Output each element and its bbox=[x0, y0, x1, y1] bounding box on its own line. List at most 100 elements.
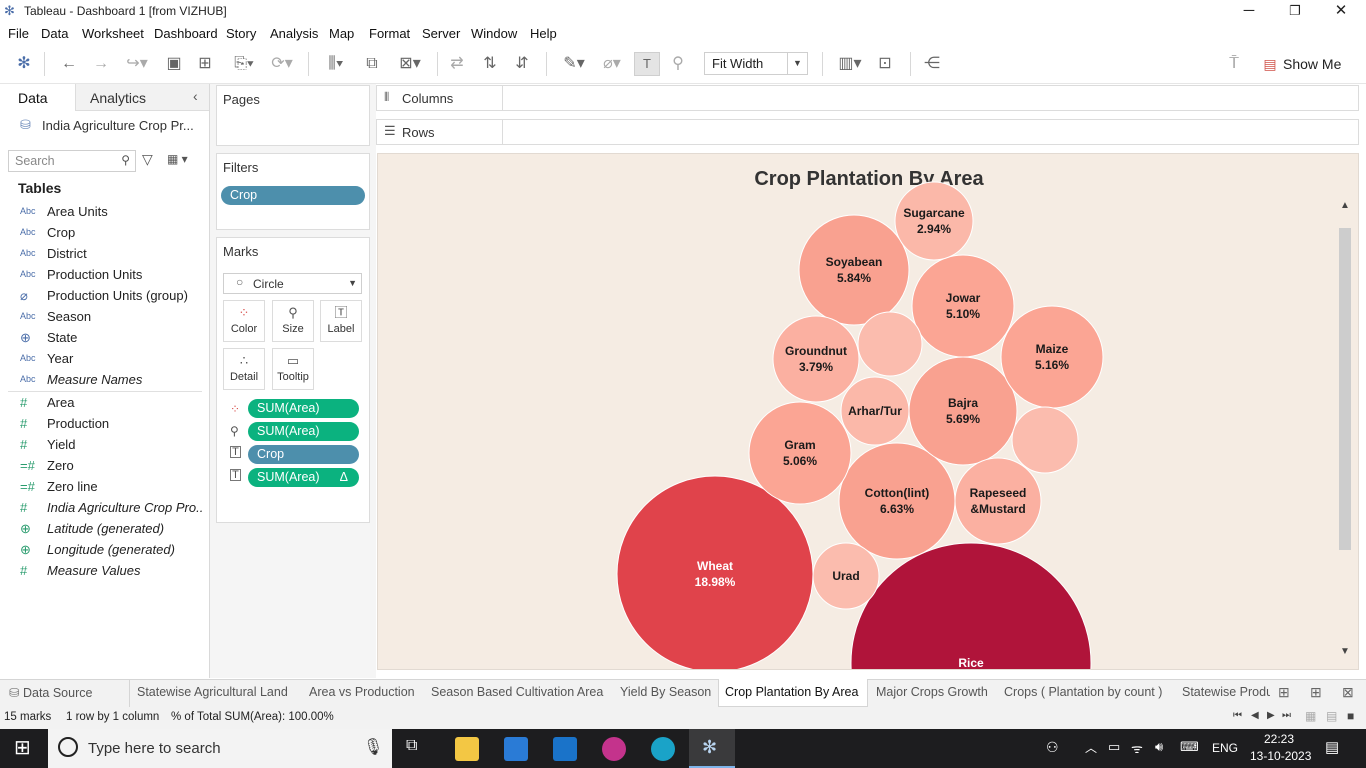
menu-worksheet[interactable]: Worksheet bbox=[82, 26, 144, 41]
edge-icon[interactable] bbox=[651, 737, 675, 761]
field-count[interactable]: # India Agriculture Crop Pro... bbox=[0, 497, 205, 518]
bubble-gram[interactable]: Gram 5.06% bbox=[748, 401, 852, 505]
new-datasource-icon[interactable]: ⊞ bbox=[194, 52, 216, 76]
mark-type-dropdown[interactable]: ○ Circle ▼ bbox=[223, 273, 362, 294]
new-dashboard-icon[interactable]: ⊞ bbox=[1310, 684, 1322, 701]
tab-yield-by-season[interactable]: Yield By Season bbox=[620, 685, 711, 699]
scroll-down-icon[interactable]: ▼ bbox=[1340, 646, 1350, 657]
show-me-button[interactable]: Show Me bbox=[1283, 56, 1341, 72]
volume-icon[interactable]: 🔊︎ bbox=[1155, 739, 1163, 755]
mark-pill-color[interactable]: SUM(Area) bbox=[248, 399, 359, 418]
field-zero[interactable]: =# Zero bbox=[0, 455, 205, 476]
bubble-circle[interactable] bbox=[954, 457, 1042, 545]
bubble-unlabeled-1[interactable] bbox=[857, 311, 923, 377]
microphone-icon[interactable]: 🎙︎ bbox=[363, 737, 383, 757]
mail-icon[interactable] bbox=[553, 737, 577, 761]
menu-help[interactable]: Help bbox=[530, 26, 557, 41]
highlight-icon[interactable]: ✎▾ bbox=[557, 52, 591, 76]
windows-start-icon[interactable]: ⊞ bbox=[14, 735, 31, 760]
undo-icon[interactable]: ← bbox=[58, 52, 80, 76]
tab-data-source[interactable]: ⛁ Data Source bbox=[9, 685, 92, 700]
bubble-jowar[interactable]: Jowar 5.10% bbox=[911, 254, 1015, 358]
bubble-circle[interactable] bbox=[894, 181, 974, 261]
collapse-pane-icon[interactable]: ‹ bbox=[193, 88, 198, 104]
tableau-home-icon[interactable]: ✻ bbox=[13, 52, 35, 76]
bubble-unlabeled-2[interactable] bbox=[1011, 406, 1079, 474]
bubble-rapeseed-mustard[interactable]: Rapeseed&Mustard bbox=[954, 457, 1042, 545]
bubble-urad[interactable]: Urad bbox=[812, 542, 880, 610]
restore-button[interactable]: ❐ bbox=[1272, 0, 1318, 24]
size-button[interactable]: ⚲ Size bbox=[272, 300, 314, 342]
color-button[interactable]: ⁘ Color bbox=[223, 300, 265, 342]
paintbrush-icon[interactable]: ⍑ bbox=[1223, 52, 1245, 76]
redo-icon[interactable]: → bbox=[90, 52, 112, 76]
bubble-sugarcane[interactable]: Sugarcane 2.94% bbox=[894, 181, 974, 261]
presentation-mode-icon[interactable]: ⊡ bbox=[874, 52, 896, 76]
duplicate-icon[interactable]: ⧉ bbox=[361, 52, 383, 76]
battery-icon[interactable]: ▭ bbox=[1108, 739, 1120, 755]
fit-dropdown[interactable]: Fit Width ▼ bbox=[704, 52, 808, 75]
bubble-circle[interactable] bbox=[1011, 406, 1079, 474]
field-longitude[interactable]: ⊕ Longitude (generated) bbox=[0, 539, 205, 560]
first-sheet-icon[interactable]: ⏮ bbox=[1233, 710, 1242, 721]
datasource-name[interactable]: India Agriculture Crop Pr... bbox=[42, 118, 194, 133]
bubble-circle[interactable] bbox=[772, 315, 860, 403]
tab-crop-plantation-by-area[interactable]: Crop Plantation By Area bbox=[725, 685, 858, 699]
field-latitude[interactable]: ⊕ Latitude (generated) bbox=[0, 518, 205, 539]
notifications-icon[interactable]: ▤ bbox=[1325, 738, 1339, 756]
tab-data[interactable]: Data bbox=[18, 90, 48, 106]
columns-shelf[interactable]: ⦀ Columns bbox=[376, 85, 1359, 111]
prev-sheet-icon[interactable]: ◀ bbox=[1251, 710, 1259, 721]
menu-map[interactable]: Map bbox=[329, 26, 354, 41]
field-year[interactable]: Abc Year bbox=[0, 348, 205, 369]
search-input[interactable]: Search ⚲ bbox=[8, 150, 136, 172]
menu-data[interactable]: Data bbox=[41, 26, 68, 41]
field-state[interactable]: ⊕ State bbox=[0, 327, 205, 348]
group-icon[interactable]: ⌀▾ bbox=[596, 52, 628, 76]
field-season[interactable]: Abc Season bbox=[0, 306, 205, 327]
tab-crops-plantation-by-count[interactable]: Crops ( Plantation by count ) bbox=[1004, 685, 1162, 699]
replay-icon[interactable]: ↪▾ bbox=[120, 52, 154, 76]
people-icon[interactable]: ⚇ bbox=[1046, 739, 1059, 756]
bubble-rice[interactable]: Rice bbox=[850, 542, 1092, 670]
sort-ascending-icon[interactable]: ⇅ bbox=[479, 52, 501, 76]
show-tabs-icon[interactable]: ▤ bbox=[1326, 709, 1337, 723]
rows-shelf[interactable]: ☰ Rows bbox=[376, 119, 1359, 145]
bubble-arhar-tur[interactable]: Arhar/Tur bbox=[840, 376, 910, 446]
new-story-icon[interactable]: ⊠ bbox=[1342, 684, 1354, 701]
chevron-up-icon[interactable]: ︿ bbox=[1085, 739, 1097, 756]
last-sheet-icon[interactable]: ⏭ bbox=[1282, 710, 1291, 721]
menu-window[interactable]: Window bbox=[471, 26, 517, 41]
share-icon[interactable]: ⋲ bbox=[921, 52, 943, 76]
clock-time[interactable]: 22:23 bbox=[1264, 732, 1294, 746]
scroll-thumb[interactable] bbox=[1339, 228, 1351, 550]
language-indicator[interactable]: ENG bbox=[1212, 741, 1238, 755]
menu-analysis[interactable]: Analysis bbox=[270, 26, 318, 41]
tab-area-vs-production[interactable]: Area vs Production bbox=[309, 685, 415, 699]
save-icon[interactable]: ▣ bbox=[163, 52, 185, 76]
task-view-icon[interactable]: ⧉ bbox=[406, 737, 417, 755]
field-measure-values[interactable]: # Measure Values bbox=[0, 560, 205, 581]
tab-analytics[interactable]: Analytics bbox=[90, 90, 146, 106]
field-production[interactable]: # Production bbox=[0, 413, 205, 434]
filters-card[interactable]: Filters Crop bbox=[216, 153, 370, 230]
field-production-units-group[interactable]: ⌀ Production Units (group) bbox=[0, 285, 205, 306]
bubble-cotton-lint[interactable]: Cotton(lint) 6.63% bbox=[838, 442, 956, 560]
field-measure-names[interactable]: Abc Measure Names bbox=[0, 369, 205, 390]
bubble-circle[interactable] bbox=[1000, 305, 1104, 409]
show-labels-icon[interactable]: T bbox=[634, 52, 660, 76]
clear-sheet-icon[interactable]: ⊠▾ bbox=[392, 52, 428, 76]
field-crop[interactable]: Abc Crop bbox=[0, 222, 205, 243]
pause-updates-icon[interactable]: ⎘▾ bbox=[226, 52, 262, 76]
show-sheet-sorter-icon[interactable]: ■ bbox=[1347, 709, 1354, 723]
filter-pill[interactable]: Crop bbox=[221, 186, 365, 205]
swap-icon[interactable]: ⇄ bbox=[446, 52, 468, 76]
bubble-maize[interactable]: Maize 5.16% bbox=[1000, 305, 1104, 409]
bubble-soyabean[interactable]: Soyabean 5.84% bbox=[798, 214, 910, 326]
bubble-circle[interactable] bbox=[748, 401, 852, 505]
bubble-circle[interactable] bbox=[911, 254, 1015, 358]
view-options-icon[interactable]: ▦ ▾ bbox=[167, 152, 188, 166]
pages-card[interactable]: Pages bbox=[216, 85, 370, 146]
new-worksheet-icon[interactable]: ⊞ bbox=[1278, 684, 1290, 701]
wifi-icon[interactable]: ᯤ bbox=[1131, 739, 1143, 757]
